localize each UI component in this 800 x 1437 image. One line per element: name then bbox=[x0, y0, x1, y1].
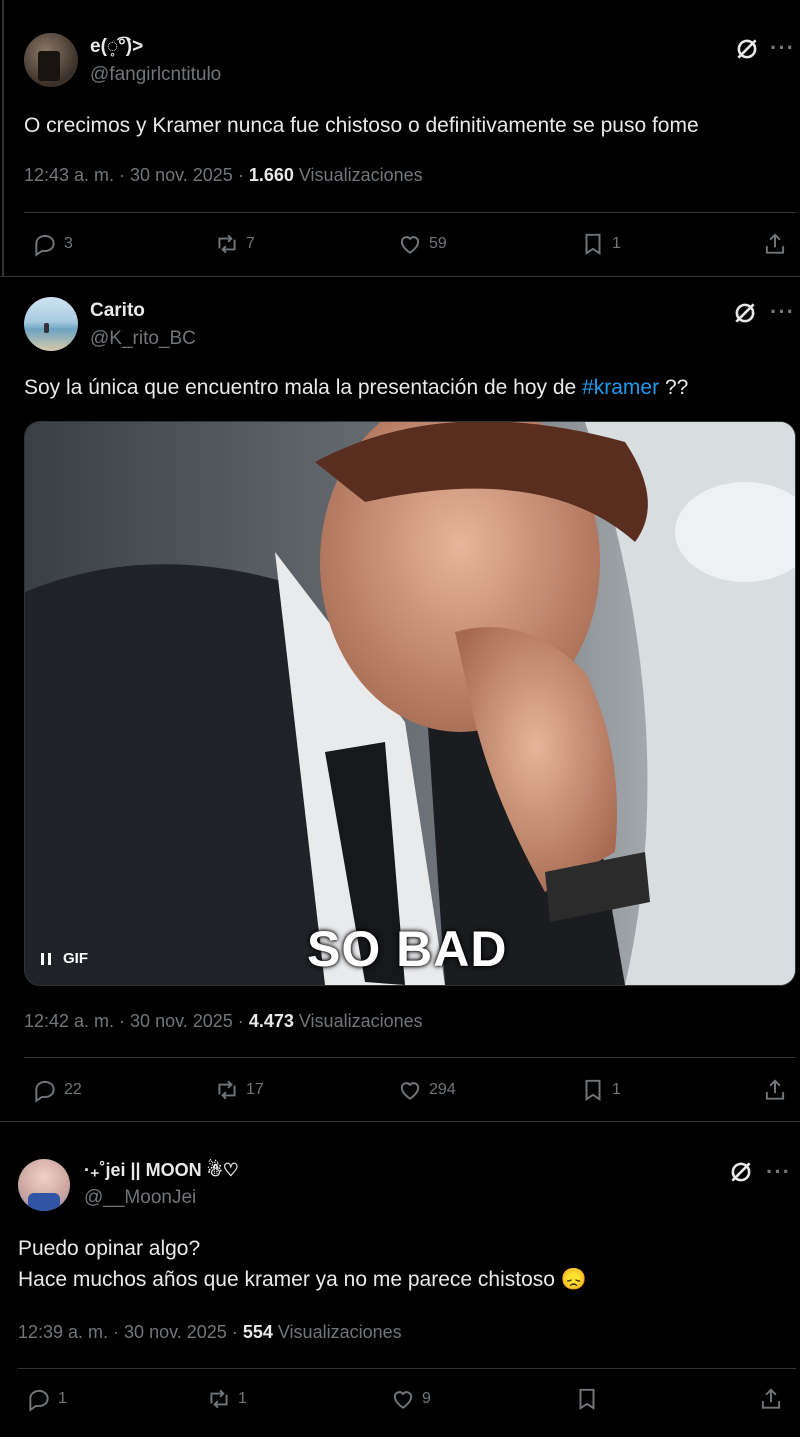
reply-button[interactable]: 1 bbox=[26, 1386, 67, 1412]
gif-frame bbox=[25, 422, 795, 985]
reply-button[interactable]: 22 bbox=[32, 1077, 82, 1103]
repost-count: 1 bbox=[238, 1390, 247, 1407]
timestamp[interactable]: 12:43 a. m. · 30 nov. 2025 · bbox=[24, 165, 244, 185]
views-count: 4.473 bbox=[248, 1011, 294, 1031]
avatar[interactable] bbox=[18, 1159, 70, 1211]
views-count: 1.660 bbox=[248, 165, 294, 185]
timestamp[interactable]: 12:39 a. m. · 30 nov. 2025 · bbox=[18, 1322, 238, 1342]
like-button[interactable]: 59 bbox=[397, 231, 447, 257]
repost-icon bbox=[210, 1389, 228, 1409]
like-icon bbox=[393, 1391, 413, 1409]
tweet-separator bbox=[0, 1121, 800, 1122]
repost-icon bbox=[218, 1080, 236, 1100]
tweet-meta: 12:43 a. m. · 30 nov. 2025 · 1.660 Visua… bbox=[24, 165, 423, 186]
bookmark-icon bbox=[585, 233, 601, 256]
handle[interactable]: @K_rito_BC bbox=[90, 328, 196, 350]
hashtag-link[interactable]: #kramer bbox=[582, 376, 659, 399]
repost-count: 17 bbox=[246, 1081, 264, 1098]
repost-icon bbox=[218, 234, 236, 254]
bookmark-button[interactable] bbox=[574, 1386, 600, 1412]
divider bbox=[18, 1368, 796, 1369]
bookmark-icon bbox=[579, 1388, 595, 1411]
views-count: 554 bbox=[242, 1322, 273, 1342]
share-icon bbox=[765, 1079, 785, 1100]
bookmark-count: 1 bbox=[612, 235, 621, 252]
grok-icon[interactable] bbox=[734, 36, 760, 62]
tweet-text: O crecimos y Kramer nunca fue chistoso o… bbox=[24, 114, 699, 137]
overlay-text: SO BAD bbox=[307, 921, 508, 977]
repost-button[interactable]: 7 bbox=[214, 231, 255, 257]
share-button[interactable] bbox=[758, 1386, 784, 1412]
reply-button[interactable]: 3 bbox=[32, 231, 73, 257]
reply-icon bbox=[35, 234, 55, 257]
grok-icon[interactable] bbox=[728, 1159, 754, 1185]
repost-button[interactable]: 17 bbox=[214, 1077, 264, 1103]
like-icon bbox=[400, 1082, 420, 1100]
like-button[interactable]: 294 bbox=[397, 1077, 456, 1103]
gif-media[interactable]: GIF SO BAD bbox=[24, 421, 796, 986]
bookmark-button[interactable]: 1 bbox=[580, 231, 621, 257]
text-part: Soy la única que encuentro mala la prese… bbox=[24, 376, 577, 399]
gif-label: GIF bbox=[63, 950, 88, 967]
share-button[interactable] bbox=[762, 1077, 788, 1103]
share-icon bbox=[761, 1388, 781, 1409]
reply-count: 3 bbox=[64, 235, 73, 252]
handle[interactable]: @fangirlcntitulo bbox=[90, 64, 221, 86]
reply-icon bbox=[35, 1080, 55, 1103]
grok-icon[interactable] bbox=[732, 300, 758, 326]
reply-count: 1 bbox=[58, 1390, 67, 1407]
more-icon[interactable]: ··· bbox=[770, 37, 795, 59]
share-icon bbox=[765, 233, 785, 254]
more-icon[interactable]: ··· bbox=[766, 1161, 791, 1183]
views-label: Visualizaciones bbox=[277, 1322, 402, 1342]
avatar[interactable] bbox=[24, 33, 78, 87]
like-count: 294 bbox=[429, 1081, 456, 1098]
like-count: 59 bbox=[429, 235, 447, 252]
divider bbox=[24, 1057, 796, 1058]
tweet-text-line-2: Hace muchos años que kramer ya no me par… bbox=[18, 1264, 587, 1295]
bookmark-icon bbox=[585, 1079, 601, 1102]
text-part: ?? bbox=[664, 376, 689, 399]
bookmark-count: 1 bbox=[612, 1081, 621, 1098]
tweet-text: Soy la única que encuentro mala la prese… bbox=[24, 372, 688, 403]
avatar[interactable] bbox=[24, 297, 78, 351]
timestamp[interactable]: 12:42 a. m. · 30 nov. 2025 · bbox=[24, 1011, 244, 1031]
views-label: Visualizaciones bbox=[298, 1011, 423, 1031]
disappointed-emoji: 😞 bbox=[560, 1268, 587, 1291]
bookmark-button[interactable]: 1 bbox=[580, 1077, 621, 1103]
like-button[interactable]: 9 bbox=[390, 1386, 431, 1412]
like-icon bbox=[400, 236, 420, 254]
pause-icon bbox=[41, 952, 51, 965]
divider bbox=[24, 212, 796, 213]
thread-line bbox=[2, 0, 4, 276]
tweet-text-line-1: Puedo opinar algo? bbox=[18, 1237, 201, 1260]
more-icon[interactable]: ··· bbox=[770, 301, 795, 323]
reply-icon bbox=[29, 1389, 49, 1412]
tweet-separator bbox=[0, 276, 800, 277]
gif-badge[interactable]: GIF bbox=[39, 950, 88, 967]
text-part: Hace muchos años que kramer ya no me par… bbox=[18, 1268, 555, 1291]
display-name[interactable]: ·₊˚jei || MOON ☃︎♡ bbox=[84, 1160, 239, 1181]
repost-button[interactable]: 1 bbox=[206, 1386, 247, 1412]
display-name[interactable]: e(◌̥͡°)> bbox=[90, 36, 143, 58]
repost-count: 7 bbox=[246, 235, 255, 252]
display-name[interactable]: Carito bbox=[90, 300, 145, 322]
views-label: Visualizaciones bbox=[298, 165, 423, 185]
share-button[interactable] bbox=[762, 231, 788, 257]
reply-count: 22 bbox=[64, 1081, 82, 1098]
handle[interactable]: @__MoonJei bbox=[84, 1187, 196, 1209]
tweet-meta: 12:42 a. m. · 30 nov. 2025 · 4.473 Visua… bbox=[24, 1011, 423, 1032]
like-count: 9 bbox=[422, 1390, 431, 1407]
tweet-meta: 12:39 a. m. · 30 nov. 2025 · 554 Visuali… bbox=[18, 1322, 402, 1343]
